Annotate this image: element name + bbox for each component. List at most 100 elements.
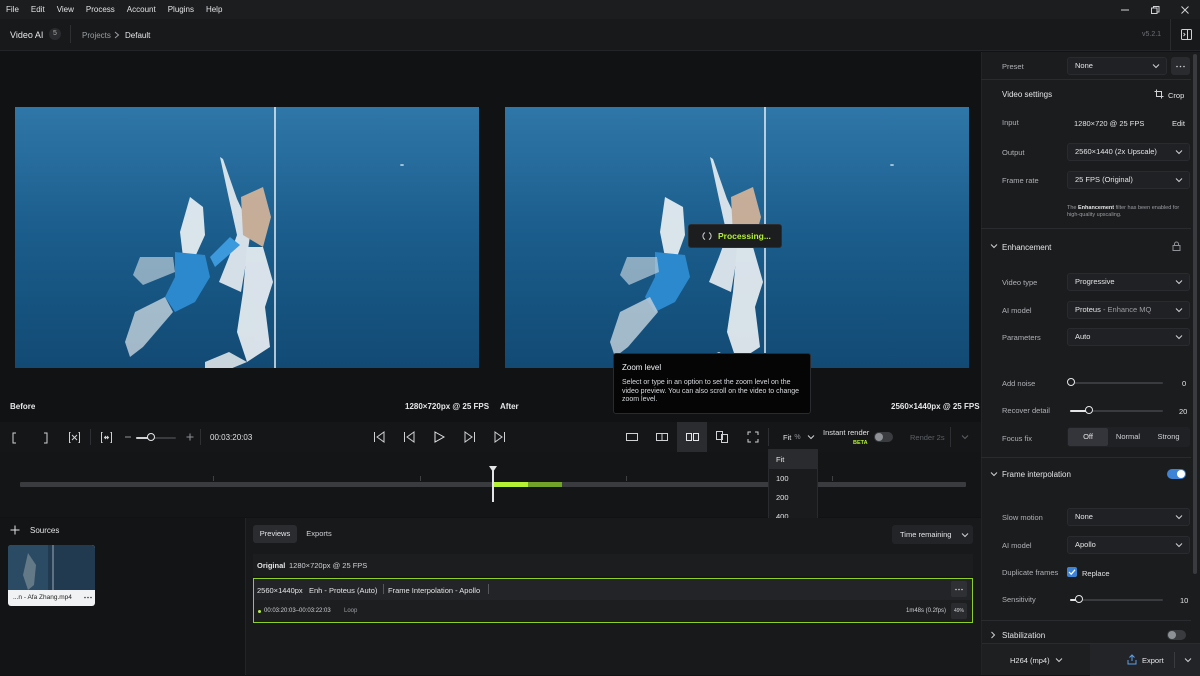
export-label: Export — [1142, 656, 1164, 665]
job-more-button[interactable] — [951, 581, 967, 597]
zoom-out-icon[interactable] — [124, 434, 132, 440]
play-icon[interactable] — [433, 431, 445, 443]
edit-input-button[interactable]: Edit — [1172, 119, 1185, 128]
fit-range-icon[interactable] — [100, 431, 113, 444]
stabilization-heading[interactable]: Stabilization — [1002, 631, 1045, 640]
preset-more-button[interactable] — [1171, 57, 1190, 75]
focus-strong-option[interactable]: Strong — [1148, 428, 1189, 446]
zoom-tooltip: Zoom level Select or type in an option t… — [613, 353, 811, 414]
enhancement-chevron-icon[interactable] — [990, 243, 998, 249]
preset-select[interactable]: None — [1067, 57, 1167, 75]
zoom-level-select[interactable]: Fit % — [768, 428, 818, 446]
rendered-range — [493, 482, 528, 487]
add-source-icon[interactable] — [10, 525, 20, 535]
zoom-option-100[interactable]: 100 — [769, 469, 817, 488]
before-video[interactable] — [15, 107, 479, 368]
ai-model-sub: - Enhance MQ — [1102, 305, 1152, 314]
slow-motion-label: Slow motion — [1002, 513, 1043, 522]
menu-edit[interactable]: Edit — [25, 0, 51, 19]
single-view-icon[interactable] — [626, 432, 638, 442]
focus-off-option[interactable]: Off — [1068, 428, 1108, 446]
panel-toggle-button[interactable] — [1170, 19, 1200, 51]
prev-frame-icon[interactable] — [403, 431, 416, 443]
menu-help[interactable]: Help — [200, 0, 228, 19]
source-more-icon[interactable] — [84, 596, 92, 599]
menu-plugins[interactable]: Plugins — [162, 0, 200, 19]
chevron-down-icon — [962, 532, 969, 537]
render-options-chevron-icon[interactable] — [961, 434, 969, 440]
export-options-chevron-icon[interactable] — [1184, 657, 1192, 663]
export-button[interactable]: Export — [1090, 644, 1200, 676]
framerate-label: Frame rate — [1002, 176, 1039, 185]
playhead-marker-icon[interactable] — [488, 465, 498, 473]
sensitivity-slider[interactable] — [1070, 599, 1163, 601]
parameters-select[interactable]: Auto — [1067, 328, 1190, 346]
tab-previews[interactable]: Previews — [253, 525, 297, 543]
clear-range-icon[interactable] — [68, 431, 81, 444]
restore-icon[interactable] — [1150, 5, 1160, 15]
playhead[interactable] — [492, 468, 494, 502]
panel-scrollbar[interactable] — [1191, 52, 1200, 580]
duplicate-frames-checkbox[interactable] — [1067, 567, 1077, 577]
export-format[interactable]: H264 (mp4) — [1010, 656, 1050, 665]
sort-select[interactable]: Time remaining — [892, 525, 973, 544]
preview-job-card[interactable]: 2560×1440px Enh - Proteus (Auto) Frame I… — [253, 578, 973, 623]
compare-view-icon[interactable] — [716, 431, 728, 443]
recover-detail-value: 20 — [1179, 407, 1188, 416]
job-enhancement: Enh - Proteus (Auto) — [309, 586, 378, 595]
timeline[interactable] — [0, 452, 981, 517]
side-by-side-view-button[interactable] — [677, 422, 707, 452]
ai-model-select[interactable]: Proteus - Enhance MQ — [1067, 301, 1190, 319]
add-noise-slider[interactable] — [1070, 382, 1163, 384]
mark-in-icon[interactable] — [10, 432, 20, 444]
interpolation-heading[interactable]: Frame interpolation — [1002, 470, 1071, 479]
stabilization-toggle[interactable] — [1167, 630, 1186, 640]
breadcrumb-projects[interactable]: Projects — [82, 31, 111, 40]
next-frame-icon[interactable] — [463, 431, 476, 443]
add-noise-knob[interactable] — [1067, 378, 1075, 386]
split-view-icon[interactable] — [656, 432, 668, 442]
interpolation-toggle[interactable] — [1167, 469, 1186, 479]
mark-out-icon[interactable] — [40, 432, 50, 444]
input-value: 1280×720 @ 25 FPS — [1074, 119, 1145, 128]
source-card[interactable]: ...n - Afa Zhang.mp4 — [8, 545, 95, 606]
chevron-down-icon — [1175, 515, 1183, 520]
zoom-option-fit[interactable]: Fit — [769, 450, 817, 469]
close-window-icon[interactable] — [1180, 5, 1190, 15]
enhancement-heading[interactable]: Enhancement — [1002, 243, 1051, 252]
menu-account[interactable]: Account — [121, 0, 162, 19]
menu-file[interactable]: File — [0, 0, 25, 19]
timeline-zoom-knob[interactable] — [147, 433, 155, 441]
zoom-option-200[interactable]: 200 — [769, 488, 817, 507]
lock-icon[interactable] — [1172, 241, 1181, 251]
menu-view[interactable]: View — [51, 0, 80, 19]
tab-exports[interactable]: Exports — [299, 525, 339, 543]
menu-process[interactable]: Process — [80, 0, 121, 19]
format-chevron-icon[interactable] — [1055, 657, 1063, 663]
skip-start-icon[interactable] — [373, 431, 386, 443]
window-controls — [1110, 0, 1200, 19]
crop-button[interactable]: Crop — [1168, 91, 1184, 100]
recover-detail-knob[interactable] — [1085, 406, 1093, 414]
stabilization-chevron-icon[interactable] — [990, 631, 996, 639]
skip-end-icon[interactable] — [493, 431, 506, 443]
focus-normal-option[interactable]: Normal — [1108, 428, 1148, 446]
interp-model-select[interactable]: Apollo — [1067, 536, 1190, 554]
interpolation-chevron-icon[interactable] — [990, 471, 998, 477]
after-resolution: 2560×1440px @ 25 FPS — [891, 402, 980, 411]
chevron-down-icon — [807, 435, 814, 440]
render-button[interactable]: Render 2s — [910, 433, 945, 442]
zoom-in-icon[interactable] — [186, 433, 194, 441]
slow-motion-select[interactable]: None — [1067, 508, 1190, 526]
fullscreen-icon[interactable] — [747, 431, 759, 443]
sensitivity-label: Sensitivity — [1002, 595, 1036, 604]
original-row[interactable]: Original 1280×720px @ 25 FPS — [253, 554, 973, 576]
job-loop: Loop — [344, 608, 358, 614]
instant-render-toggle[interactable] — [874, 432, 893, 442]
crop-icon[interactable] — [1154, 89, 1164, 99]
minimize-icon[interactable] — [1120, 6, 1130, 14]
video-type-select[interactable]: Progressive — [1067, 273, 1190, 291]
framerate-select[interactable]: 25 FPS (Original) — [1067, 171, 1190, 189]
sensitivity-knob[interactable] — [1075, 595, 1083, 603]
output-select[interactable]: 2560×1440 (2x Upscale) — [1067, 143, 1190, 161]
